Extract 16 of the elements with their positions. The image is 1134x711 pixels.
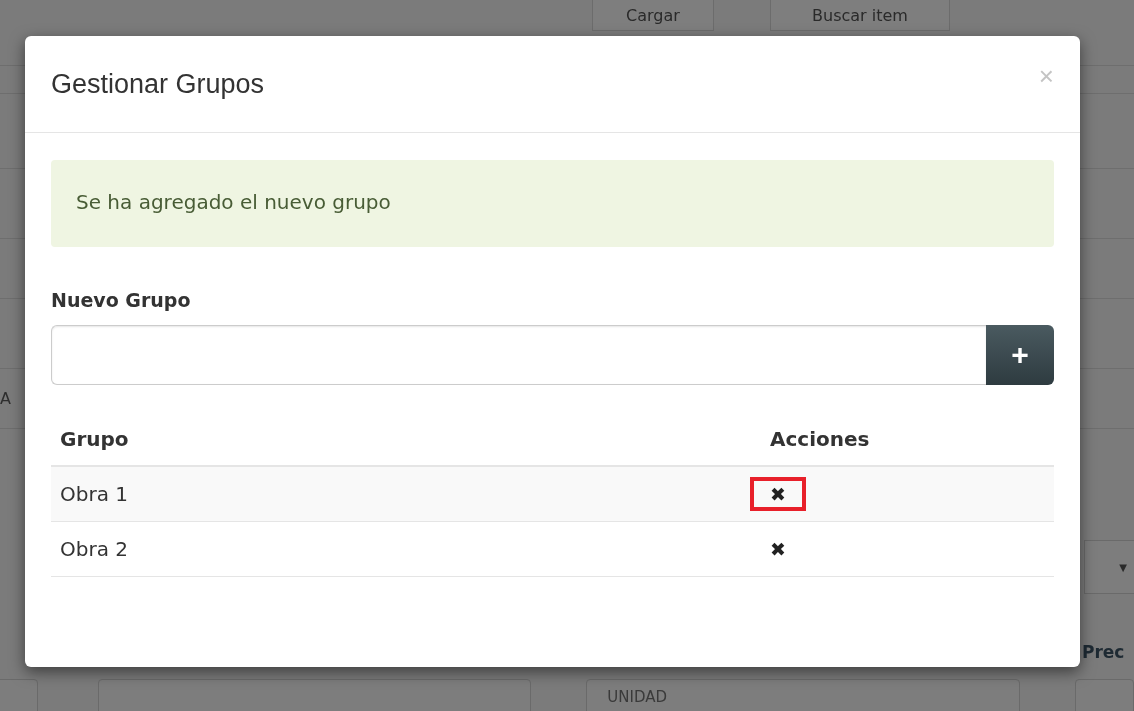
field-label: Nuevo Grupo bbox=[51, 289, 192, 311]
table-cell: Obra 2 bbox=[51, 521, 761, 577]
page-text: A bbox=[0, 389, 11, 408]
input-field[interactable]: UNIDAD bbox=[586, 679, 1020, 711]
field-label: Prec bbox=[1082, 642, 1125, 664]
select-field[interactable]: ▼ bbox=[1084, 540, 1134, 594]
page-button[interactable]: Buscar item bbox=[770, 0, 950, 31]
page-button[interactable]: Cargar bbox=[592, 0, 714, 31]
table-cell: Obra 1 bbox=[51, 466, 761, 522]
input-field[interactable] bbox=[98, 679, 532, 711]
caret-icon: ▼ bbox=[1119, 561, 1127, 573]
success-alert: Se ha agregado el nuevo grupo bbox=[51, 160, 1054, 247]
delete-icon[interactable]: ✖ bbox=[750, 477, 806, 511]
add-button[interactable]: + bbox=[986, 325, 1054, 385]
dialog-title: Gestionar Grupos bbox=[51, 69, 265, 100]
input-field[interactable] bbox=[0, 679, 38, 711]
